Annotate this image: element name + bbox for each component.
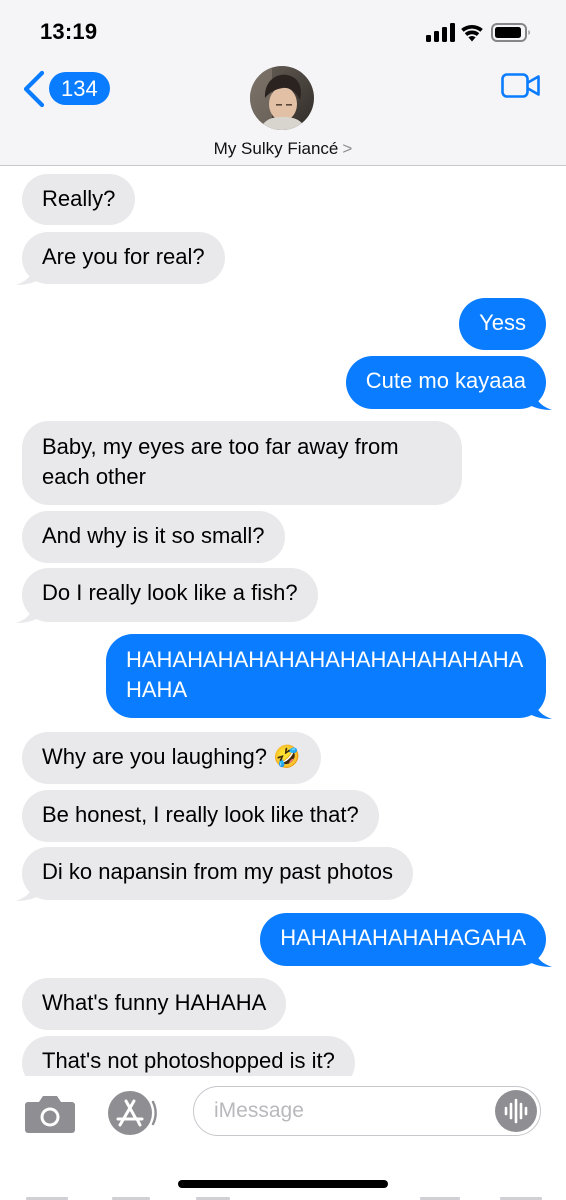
message-text: What's funny HAHAHA xyxy=(42,990,267,1015)
conversation-header: 13:19 134 My Sulky Fiancé > xyxy=(0,0,566,166)
app-drawer-peek xyxy=(26,1197,542,1200)
app-store-button[interactable] xyxy=(106,1089,164,1144)
cellular-signal-icon xyxy=(426,23,455,42)
message-bubble-incoming[interactable]: And why is it so small? xyxy=(22,511,285,563)
message-text: Do I really look like a fish? xyxy=(42,580,298,605)
message-text: Baby, my eyes are too far away from each… xyxy=(42,434,399,489)
video-camera-icon xyxy=(501,73,540,98)
message-text: HAHAHAHAHAHAGAHA xyxy=(280,925,526,950)
camera-button[interactable] xyxy=(24,1094,76,1139)
bubble-tail xyxy=(528,944,552,967)
message-text: Be honest, I really look like that? xyxy=(42,802,359,827)
message-bubble-incoming[interactable]: Do I really look like a fish? xyxy=(22,568,318,622)
message-text: Yess xyxy=(479,310,526,335)
message-bubble-incoming[interactable]: Be honest, I really look like that? xyxy=(22,790,379,842)
chevron-right-icon: > xyxy=(342,139,353,158)
app-store-icon xyxy=(108,1091,157,1135)
message-bubble-incoming[interactable]: Are you for real? xyxy=(22,232,225,284)
camera-icon xyxy=(25,1096,75,1133)
message-bubble-outgoing[interactable]: HAHAHAHAHAHAHAHAHAHAHAHAHAHAHA xyxy=(106,634,546,718)
message-list[interactable]: Really? Are you for real? Yess Cute mo k… xyxy=(0,166,566,1076)
message-text: That's not photoshopped is it? xyxy=(42,1048,335,1073)
unread-count-badge: 134 xyxy=(49,72,110,105)
contact-name: My Sulky Fiancé xyxy=(213,139,339,158)
message-text: HAHAHAHAHAHAHAHAHAHAHAHAHAHAHA xyxy=(126,647,524,702)
back-button[interactable]: 134 xyxy=(22,68,112,110)
message-bubble-outgoing[interactable]: Yess xyxy=(459,298,546,350)
audio-message-button[interactable] xyxy=(495,1090,537,1132)
facetime-video-button[interactable] xyxy=(501,72,541,105)
bubble-tail xyxy=(528,387,552,410)
message-bubble-incoming[interactable]: What's funny HAHAHA xyxy=(22,978,287,1030)
message-bubble-incoming[interactable]: Why are you laughing? 🤣 xyxy=(22,732,321,784)
battery-icon xyxy=(491,23,530,42)
message-bubble-outgoing[interactable]: HAHAHAHAHAHAGAHA xyxy=(260,913,546,966)
message-text: Why are you laughing? 🤣 xyxy=(42,744,301,769)
bubble-tail xyxy=(16,878,40,901)
message-text: Really? xyxy=(42,186,116,211)
message-text: Are you for real? xyxy=(42,244,205,269)
message-bubble-incoming[interactable]: Baby, my eyes are too far away from each… xyxy=(22,421,462,505)
audio-waveform-icon xyxy=(504,1098,528,1124)
bubble-tail xyxy=(528,696,552,719)
imessage-input[interactable] xyxy=(214,1087,484,1134)
contact-avatar[interactable] xyxy=(250,66,314,130)
home-indicator[interactable] xyxy=(178,1180,388,1188)
imessage-input-container xyxy=(193,1086,541,1136)
chevron-left-icon xyxy=(23,70,45,108)
message-text: And why is it so small? xyxy=(42,523,265,548)
message-text: Di ko napansin from my past photos xyxy=(42,859,393,884)
bubble-tail xyxy=(16,600,40,623)
message-bubble-incoming[interactable]: Really? xyxy=(22,174,136,225)
message-text: Cute mo kayaaa xyxy=(365,368,526,393)
bubble-tail xyxy=(16,262,40,285)
message-bubble-incoming[interactable]: That's not photoshopped is it? xyxy=(22,1036,355,1076)
imessage-screen: 13:19 134 My Sulky Fiancé > Really? Are … xyxy=(0,0,566,1200)
message-bubble-incoming[interactable]: Di ko napansin from my past photos xyxy=(22,847,413,900)
message-bubble-outgoing[interactable]: Cute mo kayaaa xyxy=(345,356,546,409)
status-time: 13:19 xyxy=(40,19,98,44)
contact-name-button[interactable]: My Sulky Fiancé > xyxy=(0,139,566,159)
wifi-icon xyxy=(461,24,483,42)
status-icons xyxy=(426,20,534,46)
